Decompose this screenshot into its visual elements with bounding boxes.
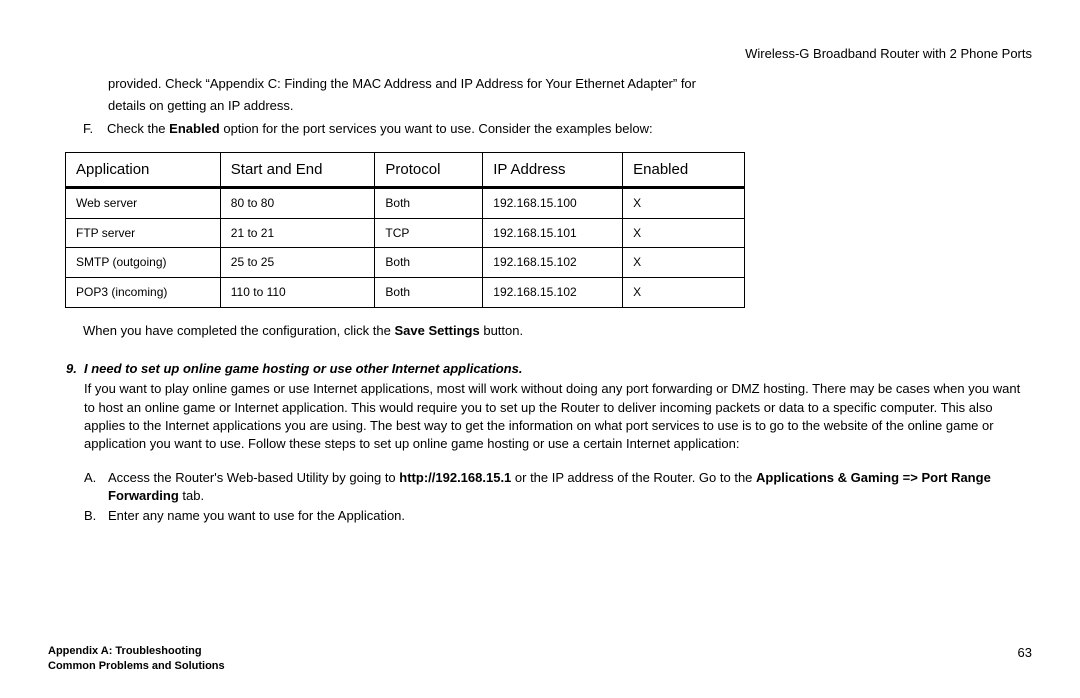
footer-line1: Appendix A: Troubleshooting bbox=[48, 644, 225, 659]
list-item-f: F. Check the Enabled option for the port… bbox=[83, 120, 1032, 138]
cell-app: Web server bbox=[66, 187, 221, 218]
cell-proto: TCP bbox=[375, 218, 483, 248]
cell-app: POP3 (incoming) bbox=[66, 278, 221, 308]
step-letter-b: B. bbox=[84, 507, 108, 525]
table-row: SMTP (outgoing) 25 to 25 Both 192.168.15… bbox=[66, 248, 745, 278]
cell-proto: Both bbox=[375, 248, 483, 278]
question-number: 9. bbox=[66, 360, 84, 378]
cell-se: 25 to 25 bbox=[220, 248, 375, 278]
step-text-b: Enter any name you want to use for the A… bbox=[108, 507, 405, 525]
a-mid: or the IP address of the Router. Go to t… bbox=[511, 470, 756, 485]
th-application: Application bbox=[66, 152, 221, 187]
intro-line1: provided. Check “Appendix C: Finding the… bbox=[108, 75, 1032, 93]
answer-paragraph: If you want to play online games or use … bbox=[84, 380, 1032, 453]
question-line: 9.I need to set up online game hosting o… bbox=[66, 360, 1032, 378]
question-text: I need to set up online game hosting or … bbox=[84, 361, 522, 376]
cell-en: X bbox=[623, 218, 745, 248]
cell-en: X bbox=[623, 248, 745, 278]
intro-line2: details on getting an IP address. bbox=[108, 97, 1032, 115]
cell-se: 80 to 80 bbox=[220, 187, 375, 218]
step-text-a: Access the Router's Web-based Utility by… bbox=[108, 469, 1032, 505]
header-title: Wireless-G Broadband Router with 2 Phone… bbox=[48, 45, 1032, 63]
cell-ip: 192.168.15.100 bbox=[483, 187, 623, 218]
page-footer: Appendix A: Troubleshooting Common Probl… bbox=[48, 644, 1032, 674]
cell-en: X bbox=[623, 278, 745, 308]
cell-proto: Both bbox=[375, 278, 483, 308]
list-text-f: Check the Enabled option for the port se… bbox=[107, 120, 653, 138]
cell-en: X bbox=[623, 187, 745, 218]
cell-proto: Both bbox=[375, 187, 483, 218]
save-settings-line: When you have completed the configuratio… bbox=[83, 322, 1032, 340]
a-bold1: http://192.168.15.1 bbox=[399, 470, 511, 485]
list-letter-f: F. bbox=[83, 120, 107, 138]
step-b: B. Enter any name you want to use for th… bbox=[84, 507, 1032, 525]
table-row: Web server 80 to 80 Both 192.168.15.100 … bbox=[66, 187, 745, 218]
cell-ip: 192.168.15.101 bbox=[483, 218, 623, 248]
f-prefix: Check the bbox=[107, 121, 169, 136]
cell-ip: 192.168.15.102 bbox=[483, 248, 623, 278]
th-ip: IP Address bbox=[483, 152, 623, 187]
step-letter-a: A. bbox=[84, 469, 108, 505]
f-bold: Enabled bbox=[169, 121, 220, 136]
th-start-end: Start and End bbox=[220, 152, 375, 187]
save-bold: Save Settings bbox=[394, 323, 479, 338]
step-a: A. Access the Router's Web-based Utility… bbox=[84, 469, 1032, 505]
cell-app: FTP server bbox=[66, 218, 221, 248]
cell-ip: 192.168.15.102 bbox=[483, 278, 623, 308]
page-number: 63 bbox=[1018, 644, 1032, 674]
cell-se: 21 to 21 bbox=[220, 218, 375, 248]
port-forwarding-table: Application Start and End Protocol IP Ad… bbox=[65, 152, 745, 308]
table-row: FTP server 21 to 21 TCP 192.168.15.101 X bbox=[66, 218, 745, 248]
th-protocol: Protocol bbox=[375, 152, 483, 187]
a-suffix: tab. bbox=[179, 488, 204, 503]
footer-line2: Common Problems and Solutions bbox=[48, 659, 225, 674]
f-suffix: option for the port services you want to… bbox=[220, 121, 653, 136]
cell-app: SMTP (outgoing) bbox=[66, 248, 221, 278]
save-prefix: When you have completed the configuratio… bbox=[83, 323, 394, 338]
save-suffix: button. bbox=[480, 323, 523, 338]
th-enabled: Enabled bbox=[623, 152, 745, 187]
table-row: POP3 (incoming) 110 to 110 Both 192.168.… bbox=[66, 278, 745, 308]
a-prefix: Access the Router's Web-based Utility by… bbox=[108, 470, 399, 485]
cell-se: 110 to 110 bbox=[220, 278, 375, 308]
